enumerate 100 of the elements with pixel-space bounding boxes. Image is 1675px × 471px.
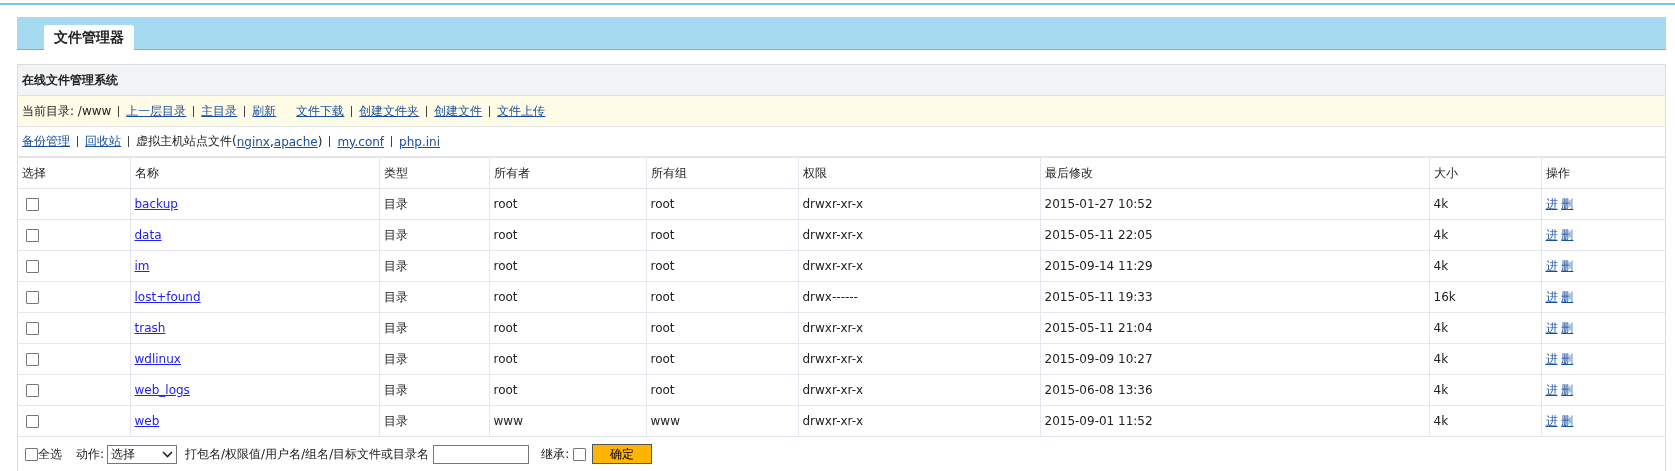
checkbox[interactable]	[26, 291, 39, 304]
column-header: 大小	[1429, 157, 1541, 189]
table-cell: 4k	[1429, 250, 1541, 282]
action-link[interactable]: 删	[1561, 258, 1574, 273]
table-cell: drwxr-xr-x	[798, 250, 1040, 282]
current-directory: 当前目录: /www	[22, 102, 112, 120]
toolbar-link[interactable]: 文件下载	[296, 102, 345, 120]
table-cell: 目录	[379, 188, 489, 220]
file-name-link[interactable]: wdlinux	[134, 352, 181, 366]
file-name-link[interactable]: web	[134, 414, 160, 428]
table-cell: 目录	[379, 343, 489, 375]
select-all-label: 全选	[38, 445, 62, 463]
checkbox[interactable]	[26, 384, 39, 397]
file-name-link[interactable]: data	[134, 228, 162, 242]
checkbox[interactable]	[26, 198, 39, 211]
table-cell: root	[646, 312, 798, 344]
table-cell: root	[646, 374, 798, 406]
checkbox[interactable]	[26, 260, 39, 273]
action-link[interactable]: 进	[1545, 413, 1558, 428]
file-name-link[interactable]: lost+found	[134, 290, 201, 304]
table-cell: root	[489, 312, 646, 344]
toolbar-link[interactable]: 刷新	[252, 102, 277, 120]
table-cell: 16k	[1429, 281, 1541, 313]
file-name-link[interactable]: web_logs	[134, 383, 190, 397]
table-cell: root	[489, 250, 646, 282]
link[interactable]: my.conf	[337, 134, 385, 149]
table-cell: drwxr-xr-x	[798, 405, 1040, 437]
table-cell: 目录	[379, 250, 489, 282]
table-cell: 2015-01-27 10:52	[1040, 188, 1429, 220]
table-cell: 2015-09-09 10:27	[1040, 343, 1429, 375]
action-link[interactable]: 进	[1545, 289, 1558, 304]
confirm-button[interactable]: 确定	[592, 444, 653, 464]
chevron-down-icon	[162, 450, 174, 458]
toolbar-link[interactable]: 创建文件	[434, 102, 483, 120]
table-cell: root	[646, 281, 798, 313]
table-cell: root	[646, 343, 798, 375]
toolbar-link[interactable]: 文件上传	[497, 102, 546, 120]
table-cell: 4k	[1429, 405, 1541, 437]
file-name-link[interactable]: trash	[134, 321, 166, 335]
table-cell: drwx------	[798, 281, 1040, 313]
link[interactable]: 回收站	[85, 133, 121, 150]
action-label: 动作:	[76, 445, 105, 463]
table-cell: root	[489, 219, 646, 251]
table-cell: 2015-05-11 19:33	[1040, 281, 1429, 313]
action-link[interactable]: 删	[1561, 196, 1574, 211]
table-cell: root	[489, 281, 646, 313]
column-header: 最后修改	[1040, 157, 1429, 189]
table-cell: drwxr-xr-x	[798, 219, 1040, 251]
action-link[interactable]: 进	[1545, 258, 1558, 273]
table-cell: 目录	[379, 405, 489, 437]
action-link[interactable]: 删	[1561, 320, 1574, 335]
link[interactable]: nginx	[236, 134, 270, 149]
table-cell: 目录	[379, 219, 489, 251]
tab[interactable]: 文件管理器	[44, 25, 134, 50]
action-link[interactable]: 删	[1561, 351, 1574, 366]
table-cell: drwxr-xr-x	[798, 188, 1040, 220]
checkbox[interactable]	[25, 447, 38, 461]
table-cell: 目录	[379, 374, 489, 406]
checkbox[interactable]	[573, 447, 587, 461]
checkbox[interactable]	[26, 229, 39, 242]
target-input-field[interactable]	[433, 444, 530, 464]
table-cell: 4k	[1429, 219, 1541, 251]
action-link[interactable]: 进	[1545, 320, 1558, 335]
table-cell: 2015-09-14 11:29	[1040, 250, 1429, 282]
toolbar-link[interactable]: 主目录	[201, 102, 238, 120]
action-link[interactable]: 删	[1561, 382, 1574, 397]
label: ,	[269, 134, 274, 149]
column-header: 类型	[379, 157, 489, 189]
link[interactable]: php.ini	[399, 134, 440, 149]
table-cell: 2015-05-11 21:04	[1040, 312, 1429, 344]
action-link[interactable]: 进	[1545, 227, 1558, 242]
inherit-label: 继承:	[541, 445, 570, 463]
table-cell: 4k	[1429, 343, 1541, 375]
checkbox[interactable]	[26, 415, 39, 428]
table-cell: drwxr-xr-x	[798, 343, 1040, 375]
action-link[interactable]: 进	[1545, 382, 1558, 397]
file-name-link[interactable]: im	[134, 259, 150, 273]
table-cell: root	[646, 250, 798, 282]
target-label: 打包名/权限值/用户名/组名/目标文件或目录名	[185, 445, 430, 463]
checkbox[interactable]	[26, 353, 39, 366]
table-cell: root	[489, 188, 646, 220]
table-cell: 2015-05-11 22:05	[1040, 219, 1429, 251]
action-link[interactable]: 进	[1545, 196, 1558, 211]
checkbox[interactable]	[26, 322, 39, 335]
link[interactable]: 备份管理	[22, 133, 70, 150]
toolbar-link[interactable]: 上一层目录	[126, 102, 187, 120]
panel-title: 在线文件管理系统	[18, 65, 1665, 96]
action-link[interactable]: 删	[1561, 289, 1574, 304]
action-link[interactable]: 删	[1561, 227, 1574, 242]
toolbar-link[interactable]: 创建文件夹	[359, 102, 420, 120]
label: )	[317, 134, 323, 149]
column-header: 所有者	[489, 157, 646, 189]
action-dropdown[interactable]: 选择	[107, 444, 178, 464]
table-cell: 2015-09-01 11:52	[1040, 405, 1429, 437]
column-header: 所有组	[646, 157, 798, 189]
action-link[interactable]: 进	[1545, 351, 1558, 366]
table-cell: 4k	[1429, 188, 1541, 220]
file-name-link[interactable]: backup	[134, 197, 178, 211]
action-link[interactable]: 删	[1561, 413, 1574, 428]
table-cell: 目录	[379, 312, 489, 344]
